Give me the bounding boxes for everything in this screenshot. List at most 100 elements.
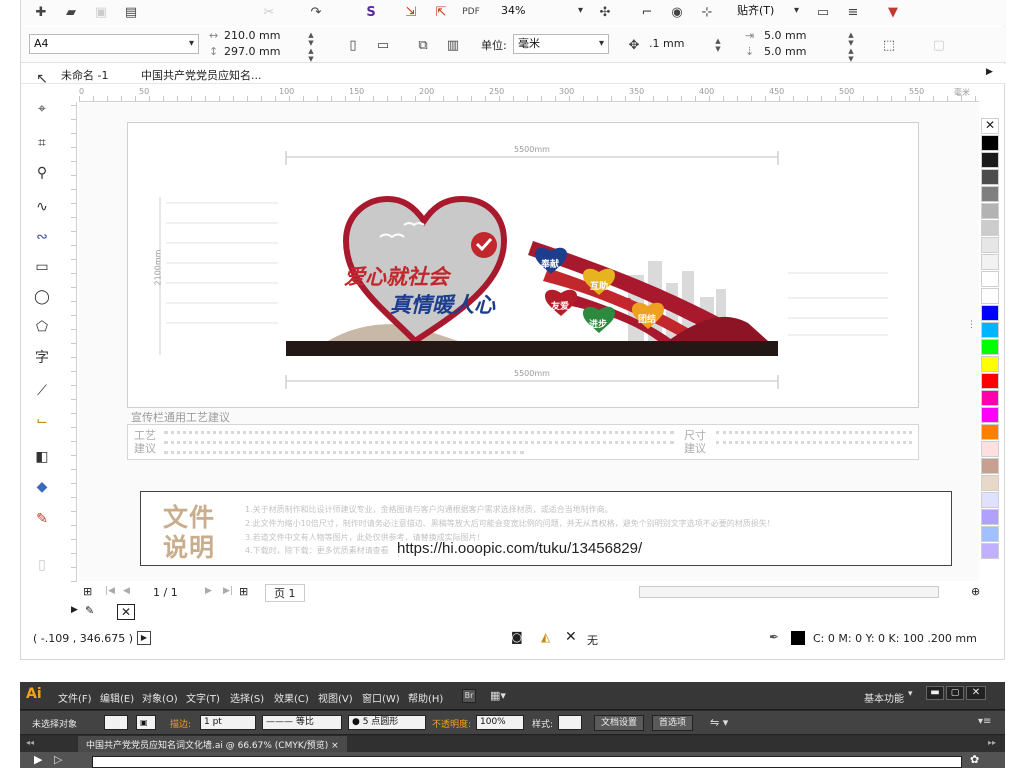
tab-scroll-right-icon[interactable]: ▶ — [986, 67, 993, 77]
smart-fill-tool-icon[interactable]: ∾ — [31, 226, 53, 248]
shape-tool-icon[interactable]: ⌖ — [31, 98, 53, 120]
arrange-documents-icon[interactable]: ▦▾ — [490, 689, 506, 702]
zoom-level-select[interactable]: 34% — [497, 2, 587, 22]
menu-select[interactable]: 选择(S) — [230, 690, 264, 705]
menu-effect[interactable]: 效果(C) — [274, 690, 309, 705]
first-page-icon[interactable]: |◀ — [105, 586, 115, 596]
text-tool-icon[interactable]: 字 — [31, 346, 53, 368]
expand-arrow-icon[interactable]: ▶ — [71, 605, 78, 615]
connector-tool-icon[interactable]: ⌙ — [31, 410, 53, 432]
artboard[interactable] — [92, 756, 962, 768]
view-icon[interactable]: ◉ — [667, 2, 687, 22]
nudge-distance-field[interactable]: .1 mm — [649, 37, 684, 50]
color-swatch[interactable] — [981, 271, 999, 287]
opacity-label[interactable]: 不透明度: — [432, 717, 471, 730]
status-menu-icon[interactable]: ▶ — [137, 631, 151, 645]
open-folder-icon[interactable]: ▰ — [61, 2, 81, 22]
page-height-field[interactable]: 297.0 mm — [224, 45, 280, 58]
menu-type[interactable]: 文字(T) — [186, 690, 220, 705]
duplicate-y-spinner[interactable]: ▲ ▼ — [846, 47, 856, 63]
next-page-icon[interactable]: ▶ — [205, 586, 212, 596]
last-page-icon[interactable]: ▶| — [223, 586, 233, 596]
color-swatch[interactable] — [981, 441, 999, 457]
bridge-icon[interactable]: Br — [462, 689, 476, 703]
landscape-icon[interactable]: ▭ — [373, 35, 393, 55]
treat-as-filled-icon[interactable]: ⬚ — [879, 35, 899, 55]
color-swatch[interactable] — [981, 390, 999, 406]
current-page-icon[interactable]: ▥ — [443, 35, 463, 55]
illustrator-document-tab[interactable]: 中国共产党党员应知名词文化墙.ai @ 66.67% (CMYK/预览) × — [78, 736, 347, 752]
variable-width-select[interactable]: ——— 等比 — [262, 715, 342, 730]
tab-untitled[interactable]: 未命名 -1 — [61, 67, 108, 83]
eyedropper-tool-icon[interactable]: ✎ — [31, 508, 53, 530]
portrait-icon[interactable]: ▯ — [343, 35, 363, 55]
color-swatch[interactable] — [981, 543, 999, 559]
no-color-swatch[interactable]: ✕ — [981, 118, 999, 134]
color-swatch[interactable] — [981, 254, 999, 270]
print-icon[interactable]: ▤ — [121, 2, 141, 22]
units-select[interactable]: 毫米 — [513, 34, 609, 54]
duplicate-distance-x-field[interactable]: 5.0 mm — [764, 29, 806, 42]
maximize-icon[interactable]: ▢ — [946, 686, 964, 700]
no-fill-indicator-icon[interactable]: ✕ — [117, 604, 135, 620]
color-swatch[interactable] — [981, 288, 999, 304]
height-spinner[interactable]: ▲ ▼ — [306, 47, 316, 63]
direct-selection-tool-icon[interactable]: ▷ — [54, 753, 62, 766]
fill-color-box[interactable] — [104, 715, 128, 730]
duplicate-distance-y-field[interactable]: 5.0 mm — [764, 45, 806, 58]
color-swatch[interactable] — [981, 305, 999, 321]
all-pages-icon[interactable]: ⧉ — [413, 35, 433, 55]
graphic-style-box[interactable] — [558, 715, 582, 730]
shadow-tool-icon[interactable]: ◧ — [31, 446, 53, 468]
full-screen-icon[interactable]: ✣ — [595, 2, 615, 22]
color-swatch[interactable] — [981, 492, 999, 508]
grid-icon[interactable]: ⊹ — [697, 2, 717, 22]
color-swatch[interactable] — [981, 407, 999, 423]
color-panel-icon[interactable]: ✿ — [970, 753, 979, 766]
duplicate-x-spinner[interactable]: ▲ ▼ — [846, 31, 856, 47]
fill-eyedropper-icon[interactable]: ✎ — [85, 604, 94, 617]
tab-party-document[interactable]: 中国共产党党员应知名... — [141, 67, 262, 83]
source-url[interactable]: https://hi.ooopic.com/tuku/13456829/ — [397, 540, 642, 557]
color-swatch[interactable] — [981, 509, 999, 525]
collapse-panels-icon[interactable]: ◂◂ — [26, 738, 34, 747]
color-swatch[interactable] — [981, 458, 999, 474]
document-setup-button[interactable]: 文档设置 — [594, 715, 645, 731]
zoom-tool-icon[interactable]: ⚲ — [31, 162, 53, 184]
import-icon[interactable]: ⇲ — [401, 2, 421, 22]
paper-size-select[interactable]: A4 — [29, 34, 199, 54]
arrange-icon[interactable]: ⇋ ▾ — [710, 716, 728, 729]
pdf-icon[interactable]: PDF — [461, 2, 481, 22]
expand-panels-icon[interactable]: ▸▸ — [988, 738, 996, 747]
previous-page-icon[interactable]: ◀ — [123, 586, 130, 596]
ellipse-tool-icon[interactable]: ◯ — [31, 286, 53, 308]
color-swatch[interactable] — [981, 169, 999, 185]
rulers-icon[interactable]: ⌐ — [637, 2, 657, 22]
cut-icon[interactable]: ✂ — [259, 2, 279, 22]
brush-select[interactable]: ● 5 点圆形 — [348, 715, 426, 730]
new-document-icon[interactable]: ✚ — [31, 2, 51, 22]
menu-edit[interactable]: 编辑(E) — [100, 690, 134, 705]
menu-help[interactable]: 帮助(H) — [408, 690, 443, 705]
save-icon[interactable]: ▣ — [91, 2, 111, 22]
color-swatch[interactable] — [981, 186, 999, 202]
menu-file[interactable]: 文件(F) — [58, 690, 92, 705]
stroke-color-box[interactable]: ▣ — [136, 715, 156, 730]
color-swatch[interactable] — [981, 339, 999, 355]
transparency-tool-icon[interactable]: ◆ — [31, 476, 53, 498]
close-window-icon[interactable]: ✕ — [966, 686, 986, 700]
opacity-field[interactable]: 100% — [476, 715, 524, 730]
rectangle-tool-icon[interactable]: ▭ — [31, 256, 53, 278]
illustrator-workspace[interactable]: ▶ ▷ ✿ — [20, 752, 1005, 768]
export-icon[interactable]: ⇱ — [431, 2, 451, 22]
insert-page-before-icon[interactable]: ⊞ — [83, 585, 92, 598]
stroke-weight-field[interactable]: 1 pt — [200, 715, 256, 730]
snap-to-menu[interactable]: 贴齐(T) — [733, 2, 803, 22]
close-document-icon[interactable]: × — [331, 741, 339, 751]
page-width-field[interactable]: 210.0 mm — [224, 29, 280, 42]
color-swatch[interactable] — [981, 220, 999, 236]
minimize-icon[interactable]: ▬ — [926, 686, 944, 700]
preferences-button[interactable]: 首选项 — [652, 715, 694, 731]
workspace-dropdown-icon[interactable]: ▾ — [908, 689, 913, 699]
freehand-tool-icon[interactable]: ∿ — [31, 196, 53, 218]
